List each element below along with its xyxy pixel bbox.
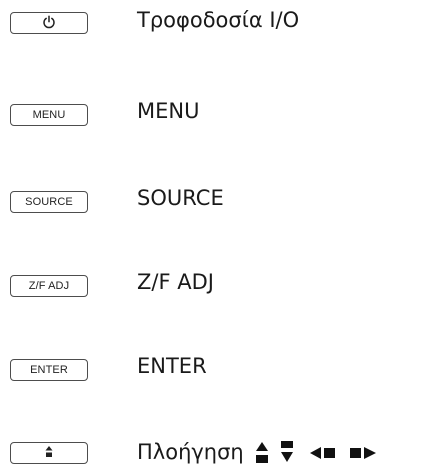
source-description: SOURCE [137, 186, 224, 210]
right-arrow-icon [350, 447, 377, 459]
legend-row-power: Τροφοδοσία I/O [0, 0, 425, 40]
navigation-arrows-icon [44, 445, 54, 462]
legend-row-zf-adj: Z/F ADJ Z/F ADJ [0, 263, 425, 303]
legend-row-enter: ENTER ENTER [0, 347, 425, 387]
power-icon [42, 14, 56, 32]
navigation-description-row: Πλοήγηση [137, 438, 378, 468]
down-arrow-icon [281, 441, 294, 462]
power-key [10, 12, 88, 34]
power-description: Τροφοδοσία I/O [137, 8, 300, 32]
legend-row-menu: MENU MENU [0, 92, 425, 132]
menu-key: MENU [10, 104, 88, 126]
navigation-arrow-icons [252, 438, 378, 468]
source-key: SOURCE [10, 191, 88, 213]
zf-adj-description: Z/F ADJ [137, 270, 214, 294]
up-arrow-icon [256, 442, 269, 463]
menu-description: MENU [137, 99, 200, 123]
legend-row-navigation: Πλοήγηση [0, 430, 425, 470]
left-arrow-icon [309, 447, 335, 459]
enter-description: ENTER [137, 354, 207, 378]
legend-row-source: SOURCE SOURCE [0, 178, 425, 218]
zf-adj-key: Z/F ADJ [10, 275, 88, 297]
navigation-key [10, 442, 88, 464]
navigation-description: Πλοήγηση [137, 440, 244, 464]
enter-key: ENTER [10, 359, 88, 381]
